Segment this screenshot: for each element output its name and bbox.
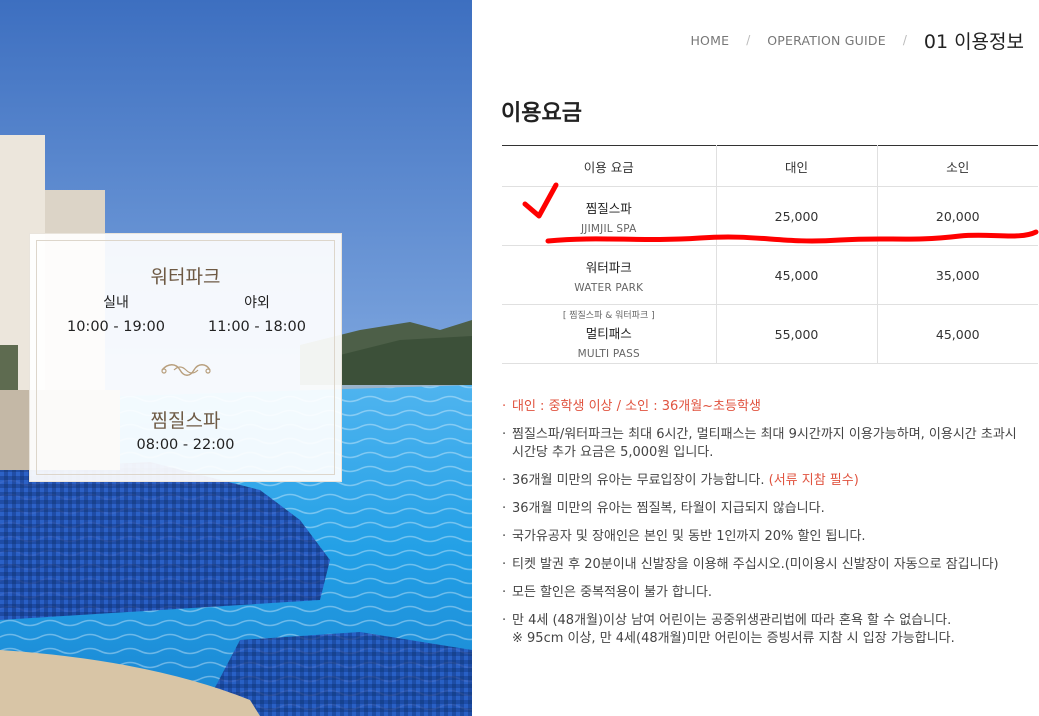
breadcrumb-home-link[interactable]: HOME [690,33,729,48]
indoor-hours: 실내 10:00 - 19:00 [46,292,186,335]
indoor-time: 10:00 - 19:00 [66,319,166,335]
note-age-definition: 대인 : 중학생 이상 / 소인 : 36개월~초등학생 [502,398,1034,416]
table-row: 찜질스파 JJIMJIL SPA 25,000 20,000 [502,186,1038,246]
section-title: 이용요금 [501,101,582,126]
spa-title: 찜질스파 [150,410,221,432]
product-cell: 찜질스파 JJIMJIL SPA [502,186,716,246]
child-price: 45,000 [876,304,1038,364]
product-name-en: JJIMJIL SPA [581,222,637,235]
scroll-ornament-icon [161,364,211,376]
outdoor-time: 11:00 - 18:00 [207,319,307,335]
outdoor-hours: 야외 11:00 - 18:00 [187,292,327,335]
note-mixed-bathing: 만 4세 (48개월)이상 남여 어린이는 공중위생관리법에 따라 혼욕 할 수… [502,612,1034,648]
header-child: 소인 [876,145,1038,187]
table-header-row: 이용 요금 대인 소인 [502,145,1038,187]
product-cell: [ 찜질스파 & 워터파크 ] 멀티패스 MULTI PASS [502,304,716,364]
breadcrumb: HOME / OPERATION GUIDE / 01 이용정보 [690,26,1024,54]
notes-list: 대인 : 중학생 이상 / 소인 : 36개월~초등학생 찜질스파/워터파크는 … [502,398,1034,658]
product-name: 멀티패스 [585,326,632,341]
table-row: [ 찜질스파 & 워터파크 ] 멀티패스 MULTI PASS 55,000 4… [502,304,1038,364]
note-infant-free: 36개월 미만의 유아는 무료입장이 가능합니다. (서류 지참 필수) [502,472,1034,490]
table-row: 워터파크 WATER PARK 45,000 35,000 [502,245,1038,305]
note-no-duplicate: 모든 할인은 중복적용이 불가 합니다. [502,584,1034,602]
outdoor-label: 야외 [244,295,270,311]
adult-price: 55,000 [715,304,877,364]
child-price: 20,000 [876,186,1038,246]
note-infant-items: 36개월 미만의 유아는 찜질복, 타월이 지급되지 않습니다. [502,500,1034,518]
spa-time: 08:00 - 22:00 [136,437,235,453]
product-name-en: WATER PARK [574,281,644,294]
note-time-limit: 찜질스파/워터파크는 최대 6시간, 멀티패스는 최대 9시간까지 이용가능하며… [502,426,1034,462]
product-note: [ 찜질스파 & 워터파크 ] [562,311,655,321]
operating-hours-card: 워터파크 실내 10:00 - 19:00 야외 11:00 - 18:00 찜… [29,233,342,482]
product-cell: 워터파크 WATER PARK [502,245,716,305]
product-name: 워터파크 [585,259,632,275]
breadcrumb-guide-link[interactable]: OPERATION GUIDE [767,33,886,48]
breadcrumb-separator: / [902,33,907,47]
breadcrumb-separator: / [746,33,751,47]
note-infant-docs: (서류 지참 필수) [768,473,859,488]
header-fee-type: 이용 요금 [502,145,716,187]
indoor-label: 실내 [103,295,129,311]
product-name: 찜질스파 [585,200,632,216]
child-price: 35,000 [876,245,1038,305]
note-shoe-locker: 티켓 발권 후 20분이내 신발장을 이용해 주십시오.(미이용시 신발장이 자… [502,556,1034,574]
waterpark-title: 워터파크 [150,266,221,288]
hero-image: 워터파크 실내 10:00 - 19:00 야외 11:00 - 18:00 찜… [0,0,472,716]
header-adult: 대인 [715,145,877,187]
note-discount: 국가유공자 및 장애인은 본인 및 동반 1인까지 20% 할인 됩니다. [502,528,1034,546]
adult-price: 45,000 [715,245,877,305]
fee-table: 이용 요금 대인 소인 찜질스파 JJIMJIL SPA 25,000 20,0… [502,145,1038,364]
breadcrumb-current: 01 이용정보 [923,30,1024,53]
product-name-en: MULTI PASS [577,348,640,360]
adult-price: 25,000 [715,186,877,246]
